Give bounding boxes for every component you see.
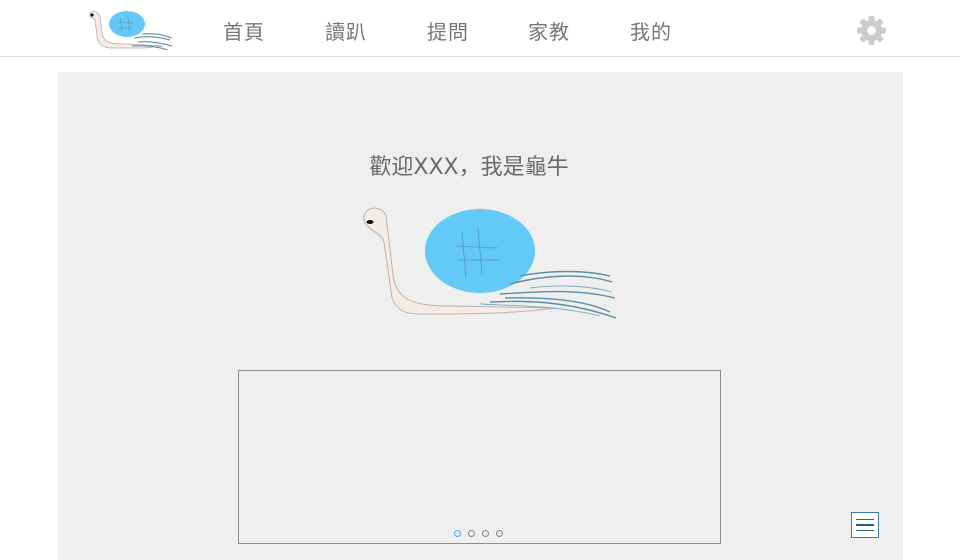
carousel-dot-4[interactable]: [496, 530, 503, 537]
menu-line: [856, 524, 874, 526]
carousel-pagination: [454, 530, 503, 538]
top-navigation-bar: 首頁 讀趴 提問 家教 我的: [0, 0, 960, 57]
menu-line: [856, 529, 874, 532]
nav-item-study-party[interactable]: 讀趴: [325, 16, 367, 45]
snail-mascot-image: [363, 207, 617, 319]
gear-icon[interactable]: [856, 15, 887, 46]
carousel-dot-1[interactable]: [454, 530, 461, 537]
main-panel: 歡迎XXX，我是龜牛: [58, 72, 903, 560]
nav-item-questions[interactable]: 提問: [427, 16, 469, 45]
carousel-dot-2[interactable]: [468, 530, 475, 537]
snail-logo-icon[interactable]: [86, 8, 174, 50]
welcome-message: 歡迎XXX，我是龜牛: [369, 155, 569, 180]
image-carousel[interactable]: [238, 370, 721, 544]
nav-item-mine[interactable]: 我的: [630, 16, 672, 45]
menu-line: [856, 518, 874, 521]
hamburger-menu-icon[interactable]: [851, 512, 879, 538]
nav-item-home[interactable]: 首頁: [223, 16, 265, 45]
nav-item-tutoring[interactable]: 家教: [528, 16, 570, 45]
carousel-dot-3[interactable]: [482, 530, 489, 537]
